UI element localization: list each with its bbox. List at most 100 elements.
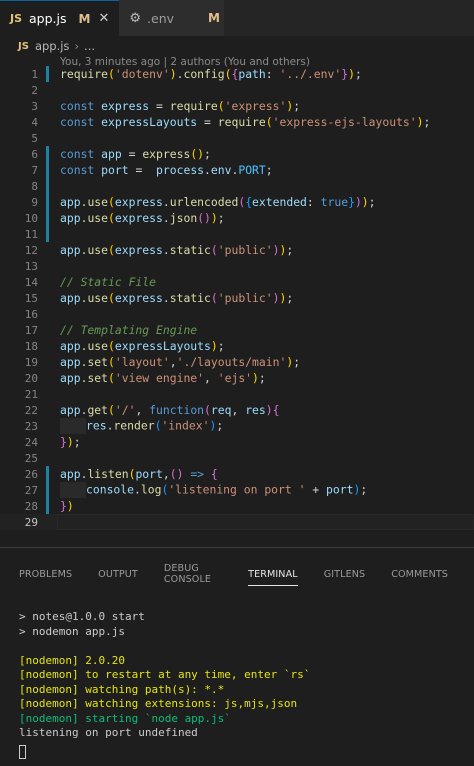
code-text: const express = require('express'); [60, 99, 301, 113]
tab-terminal[interactable]: TERMINAL [248, 560, 298, 588]
code-line[interactable]: 22 app.get('/', function(req, res){ [0, 402, 474, 418]
code-text: // Static File [60, 275, 157, 289]
code-line[interactable]: 1 require('dotenv').config({path: '../.en… [0, 66, 474, 82]
tab-gitlens[interactable]: GITLENS [324, 560, 366, 588]
line-number: 25 [24, 451, 38, 465]
line-number: 6 [31, 147, 38, 161]
code-line[interactable]: 18 app.use(expressLayouts); [0, 338, 474, 354]
line-number: 2 [31, 83, 38, 97]
code-line[interactable]: 27 console.log('listening on port ' + por… [0, 482, 474, 498]
terminal-prompt[interactable] [19, 741, 469, 759]
tab-output[interactable]: OUTPUT [98, 560, 138, 588]
line-number: 11 [24, 227, 38, 241]
code-line[interactable]: 19 app.set('layout','./layouts/main'); [0, 354, 474, 370]
terminal-line: > nodemon app.js [19, 624, 125, 638]
panel-tab-bar: PROBLEMS OUTPUT DEBUG CONSOLE TERMINAL G… [0, 560, 474, 588]
code-text: const app = express(); [60, 147, 211, 161]
gutter-blank [46, 450, 49, 466]
git-modified-marker [46, 466, 49, 482]
code-line[interactable]: 25 [0, 450, 474, 466]
code-text: app.use(express.static('public')); [60, 291, 294, 305]
modified-indicator: M [208, 11, 220, 25]
code-text: app.listen(port,() => { [60, 467, 218, 481]
gutter-blank [46, 274, 49, 290]
git-modified-marker [46, 210, 49, 226]
line-number: 23 [24, 419, 38, 433]
line-number: 3 [31, 99, 38, 113]
code-text: }); [60, 435, 81, 449]
code-line[interactable]: 16 [0, 306, 474, 322]
terminal-cursor [19, 744, 26, 759]
gutter-blank [46, 322, 49, 338]
gutter-blank [46, 98, 49, 114]
terminal-output[interactable]: > notes@1.0.0 start > nodemon app.js [no… [19, 610, 469, 759]
tab-env[interactable]: ⚙ .env M [119, 0, 225, 36]
indent-guide [60, 482, 86, 498]
code-line[interactable]: 28}) [0, 498, 474, 514]
code-line[interactable]: 23 res.render('index'); [0, 418, 474, 434]
code-line[interactable]: 15 app.use(express.static('public')); [0, 290, 474, 306]
line-number: 21 [24, 387, 38, 401]
breadcrumb: JS app.js › ... [0, 36, 474, 56]
code-text: app.get('/', function(req, res){ [60, 403, 280, 417]
line-number: 5 [31, 131, 38, 145]
chevron-right-icon: › [74, 39, 80, 53]
gutter-blank [46, 386, 49, 402]
line-number: 13 [24, 259, 38, 273]
gutter-blank [46, 402, 49, 418]
gutter-blank [46, 338, 49, 354]
code-line[interactable]: 13 [0, 258, 474, 274]
line-number: 15 [24, 291, 38, 305]
code-line[interactable]: 6 const app = express(); [0, 146, 474, 162]
line-number: 12 [24, 243, 38, 257]
tab-debug-console[interactable]: DEBUG CONSOLE [164, 560, 222, 588]
code-text: // Templating Engine [60, 323, 198, 337]
line-number: 9 [31, 195, 38, 209]
gutter-blank [46, 354, 49, 370]
code-lines: 1 require('dotenv').config({path: '../.en… [0, 66, 474, 530]
gutter-blank [46, 242, 49, 258]
code-line[interactable]: 7 const port = process.env.PORT; [0, 162, 474, 178]
terminal-line: [nodemon] 2.0.20 [19, 653, 125, 667]
code-line[interactable]: 17 // Templating Engine [0, 322, 474, 338]
code-text: require('dotenv').config({path: '../.env… [60, 67, 362, 81]
code-line[interactable]: 9 app.use(express.urlencoded({extended: t… [0, 194, 474, 210]
code-line[interactable]: 2 [0, 82, 474, 98]
code-text: app.use(expressLayouts); [60, 339, 225, 353]
code-text: app.use(express.json()); [60, 211, 225, 225]
code-line-current[interactable]: 29 [0, 514, 474, 530]
breadcrumb-file[interactable]: app.js [35, 39, 70, 53]
code-text: app.set('layout','./layouts/main'); [60, 355, 301, 369]
code-line[interactable]: 8 [0, 178, 474, 194]
git-modified-marker [46, 194, 49, 210]
code-line[interactable]: 11 [0, 226, 474, 242]
breadcrumb-ellipsis[interactable]: ... [84, 39, 95, 53]
code-line[interactable]: 5 [0, 130, 474, 146]
tab-problems[interactable]: PROBLEMS [19, 560, 72, 588]
tab-comments[interactable]: COMMENTS [391, 560, 448, 588]
code-text: app.set('view engine', 'ejs'); [60, 371, 266, 385]
close-icon[interactable]: ✕ [98, 11, 109, 26]
line-number: 26 [24, 467, 38, 481]
line-number: 27 [24, 483, 38, 497]
indent-guide [60, 418, 86, 434]
code-line[interactable]: 21 [0, 386, 474, 402]
code-line[interactable]: 26 app.listen(port,() => { [0, 466, 474, 482]
code-text: console.log('listening on port ' + port)… [60, 482, 367, 498]
git-modified-marker [46, 146, 49, 162]
code-line[interactable]: 10 app.use(express.json()); [0, 210, 474, 226]
code-line[interactable]: 3 const express = require('express'); [0, 98, 474, 114]
code-line[interactable]: 14 // Static File [0, 274, 474, 290]
code-line[interactable]: 24}); [0, 434, 474, 450]
tab-app-js[interactable]: JS app.js M ✕ [0, 0, 120, 36]
code-editor[interactable]: You, 3 minutes ago | 2 authors (You and … [0, 56, 474, 546]
code-line[interactable]: 20 app.set('view engine', 'ejs'); [0, 370, 474, 386]
line-number: 28 [24, 499, 38, 513]
modified-indicator: M [78, 11, 91, 26]
code-line[interactable]: 12 app.use(express.static('public')); [0, 242, 474, 258]
panel-divider[interactable] [0, 547, 474, 548]
code-line[interactable]: 4 const expressLayouts = require('express… [0, 114, 474, 130]
editor-tab-bar: JS app.js M ✕ ⚙ .env M [0, 0, 474, 36]
terminal-line: listening on port undefined [19, 726, 198, 739]
line-number: 14 [24, 275, 38, 289]
